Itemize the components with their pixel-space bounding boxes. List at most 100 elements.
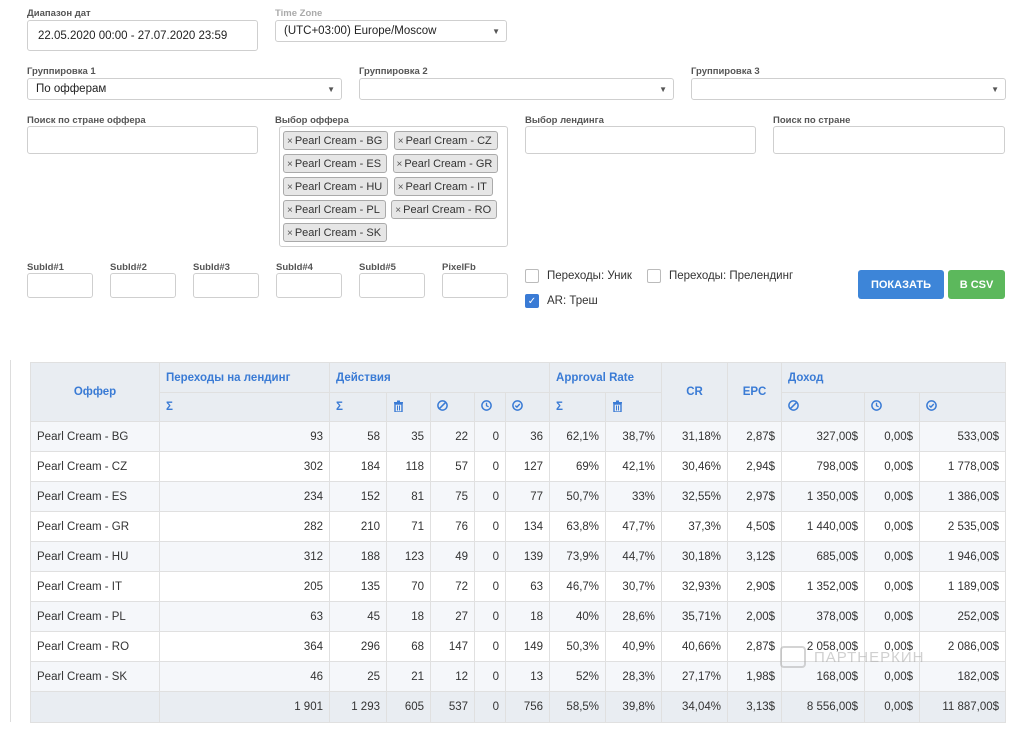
pixelfb-input[interactable] [442,273,508,298]
table-cell: 2 086,00$ [919,631,1007,662]
remove-tag-icon[interactable]: × [398,136,404,147]
offer-tag[interactable]: × Pearl Cream - GR [392,154,499,173]
remove-tag-icon[interactable]: × [287,136,293,147]
offer-tag[interactable]: × Pearl Cream - PL [283,200,386,219]
remove-tag-icon[interactable]: × [287,205,293,216]
offer-name-cell: Pearl Cream - BG [30,421,160,452]
table-row[interactable]: Pearl Cream - PL 63 45 18 27 0 18 40% 28,6% 35,71… [30,601,1007,632]
offer-tag[interactable]: × Pearl Cream - BG [283,131,389,150]
sigma-icon[interactable]: Σ [549,392,607,422]
remove-tag-icon[interactable]: × [287,228,293,239]
offer-tag[interactable]: × Pearl Cream - IT [393,177,493,196]
chevron-down-icon: ▼ [327,84,335,94]
table-row[interactable]: Pearl Cream - BG 93 58 35 22 0 36 62,1% 38,7% 31,… [30,421,1007,452]
check-circle-icon[interactable] [504,392,551,422]
checkbox-box[interactable] [525,269,539,283]
trash-icon[interactable] [605,392,663,422]
header-cr[interactable]: CR [661,362,729,422]
checkbox-unique-clicks[interactable]: Переходы: Уник [525,269,632,283]
table-row[interactable]: Pearl Cream - IT 205 135 70 72 0 63 46,7% 30,7% 3… [30,571,1007,602]
subid1-input[interactable] [27,273,93,298]
table-cell: 1 778,00$ [919,451,1007,482]
cancel-icon[interactable] [430,392,475,422]
table-cell: 1 350,00$ [781,481,866,512]
table-cell: 0,00$ [864,451,921,482]
table-cell: 63,8% [549,511,607,542]
sigma-icon[interactable]: Σ [159,392,330,422]
clock-icon[interactable] [864,392,921,422]
table-cell: 184 [329,451,387,482]
offer-tag[interactable]: × Pearl Cream - HU [283,177,389,196]
table-cell: 0,00$ [864,571,921,602]
date-range-input[interactable]: 22.05.2020 00:00 - 27.07.2020 23:59 [27,20,258,51]
show-button[interactable]: ПОКАЗАТЬ [858,270,944,299]
landing-select-label: Выбор лендинга [525,115,604,126]
table-cell: 69% [549,451,607,482]
subid4-input[interactable] [276,273,342,298]
offer-multiselect[interactable]: × Pearl Cream - BG × Pearl Cream - CZ × Pea… [279,126,508,247]
table-row[interactable]: Pearl Cream - HU 312 188 123 49 0 139 73,9% 44,7… [30,541,1007,572]
landing-select-input[interactable] [525,126,756,154]
checkmark-icon[interactable]: ✓ [525,294,539,308]
table-cell: 71 [386,511,431,542]
header-epc[interactable]: EPC [727,362,783,422]
table-cell: 22 [430,421,475,452]
table-cell: 52% [549,661,607,692]
header-income[interactable]: Доход [781,362,1007,393]
offer-name-cell: Pearl Cream - ES [30,481,160,512]
csv-export-button[interactable]: В CSV [948,270,1005,299]
total-cell: 58,5% [549,691,607,723]
subid3-input[interactable] [193,273,259,298]
date-range-label: Диапазон дат [27,8,91,19]
offer-tag[interactable]: × Pearl Cream - SK [283,223,388,242]
table-cell: 0,00$ [864,421,921,452]
remove-tag-icon[interactable]: × [287,159,293,170]
subid2-input[interactable] [110,273,176,298]
group3-select[interactable]: ▼ [691,78,1006,100]
table-cell: 75 [430,481,475,512]
table-cell: 0,00$ [864,661,921,692]
offer-tag[interactable]: × Pearl Cream - CZ [393,131,498,150]
subid5-input[interactable] [359,273,425,298]
header-approval-rate[interactable]: Approval Rate [549,362,663,393]
check-circle-icon[interactable] [919,392,1007,422]
checkbox-ar-trash[interactable]: ✓ AR: Треш [525,294,598,308]
table-row[interactable]: Pearl Cream - SK 46 25 21 12 0 13 52% 28,3% 27,17… [30,661,1007,692]
offer-tag[interactable]: × Pearl Cream - RO [391,200,498,219]
totals-row: 1 901 1 293 605 537 0 756 58,5% 39,8% 34,04% 3,13… [30,691,1007,723]
country-search-input[interactable] [773,126,1005,154]
offer-name-cell: Pearl Cream - CZ [30,451,160,482]
table-row[interactable]: Pearl Cream - GR 282 210 71 76 0 134 63,8% 47,7%… [30,511,1007,542]
clock-icon[interactable] [474,392,506,422]
table-row[interactable]: Pearl Cream - CZ 302 184 118 57 0 127 69% 42,1% 3… [30,451,1007,482]
cancel-icon[interactable] [781,392,866,422]
checkbox-box[interactable] [647,269,661,283]
table-body: Pearl Cream - BG 93 58 35 22 0 36 62,1% 38,7% 31,… [30,421,1007,692]
remove-tag-icon[interactable]: × [287,182,293,193]
remove-tag-icon[interactable]: × [398,182,404,193]
group1-select[interactable]: По офферам ▼ [27,78,342,100]
trash-icon[interactable] [386,392,431,422]
offer-country-search-input[interactable] [27,126,258,154]
checkbox-label: Переходы: Прелендинг [669,270,794,282]
total-cell: 605 [386,691,431,723]
table-row[interactable]: Pearl Cream - RO 364 296 68 147 0 149 50,3% 40,9… [30,631,1007,662]
table-cell: 50,3% [549,631,607,662]
remove-tag-icon[interactable]: × [397,159,403,170]
table-cell: 68 [386,631,431,662]
sigma-icon[interactable]: Σ [329,392,387,422]
header-actions[interactable]: Действия [328,362,551,393]
group2-select[interactable]: ▼ [359,78,674,100]
header-offer[interactable]: Оффер [30,362,160,422]
header-landing-clicks[interactable]: Переходы на лендинг [159,362,330,393]
offer-tag-label: Pearl Cream - SK [294,227,382,239]
checkbox-prelanding-clicks[interactable]: Переходы: Прелендинг [647,269,793,283]
table-cell: 21 [386,661,431,692]
table-cell: 0 [474,511,506,542]
table-cell: 18 [504,601,551,632]
timezone-select[interactable]: (UTC+03:00) Europe/Moscow ▼ [275,20,507,42]
remove-tag-icon[interactable]: × [395,205,401,216]
offer-tag[interactable]: × Pearl Cream - ES [283,154,388,173]
table-cell: 0 [474,541,506,572]
table-row[interactable]: Pearl Cream - ES 234 152 81 75 0 77 50,7% 33% 32,… [30,481,1007,512]
